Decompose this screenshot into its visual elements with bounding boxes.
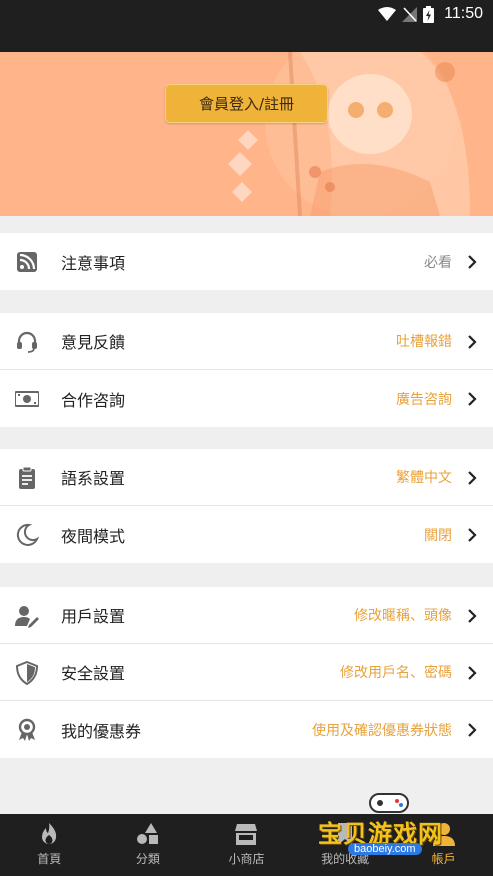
menu-item-notices[interactable]: 注意事項 必看 [0, 233, 493, 290]
menu-item-value: 關閉 [424, 527, 452, 544]
chevron-right-icon [468, 528, 477, 542]
award-icon [18, 718, 36, 741]
menu-item-value: 廣告咨詢 [396, 391, 452, 408]
headset-icon [17, 331, 37, 353]
money-icon [15, 391, 39, 407]
rss-icon [17, 252, 37, 272]
menu-item-language[interactable]: 語系設置 繁體中文 [0, 449, 493, 506]
menu-item-value: 修改用戶名、密碼 [340, 665, 452, 681]
tab-label: 帳戶 [431, 852, 456, 866]
menu-item-user-settings[interactable]: 用戶設置 修改暱稱、頭像 [0, 587, 493, 644]
menu-group-notices: 注意事項 必看 [0, 233, 493, 290]
wifi-icon [378, 7, 397, 21]
menu-item-label: 語系設置 [61, 469, 126, 488]
menu-item-coupons[interactable]: 我的優惠券 使用及確認優惠券狀態 [0, 701, 493, 758]
tab-favorites[interactable]: 我的收藏 [296, 814, 395, 876]
menu-item-value: 繁體中文 [396, 470, 452, 486]
menu-item-label: 意見反饋 [61, 333, 126, 352]
account-banner: 會員登入/註冊 [0, 52, 493, 216]
banner-illustration [228, 52, 470, 216]
fire-icon [42, 823, 57, 845]
menu-item-night-mode[interactable]: 夜間模式 關閉 [0, 506, 493, 563]
gamepad-icon [369, 793, 409, 813]
store-icon [235, 824, 258, 845]
shield-icon [15, 661, 39, 685]
tab-label: 我的收藏 [321, 852, 370, 866]
bookmark-icon [338, 823, 353, 845]
menu-item-feedback[interactable]: 意見反饋 吐槽報錯 [0, 313, 493, 370]
login-register-button[interactable]: 會員登入/註冊 [165, 84, 328, 123]
status-bar: 11:50 [0, 0, 493, 52]
menu-item-label: 安全設置 [61, 664, 126, 683]
user-edit-icon [15, 606, 39, 628]
menu-group-preferences: 語系設置 繁體中文 夜間模式 關閉 [0, 449, 493, 563]
menu-item-label: 用戶設置 [61, 607, 126, 626]
menu-item-label: 合作咨詢 [61, 390, 126, 410]
battery-charging-icon [423, 5, 435, 23]
tab-home[interactable]: 首頁 [0, 814, 99, 876]
clipboard-icon [19, 466, 35, 489]
tab-label: 分類 [135, 852, 160, 866]
menu-item-cooperation[interactable]: 合作咨詢 廣告咨詢 [0, 370, 493, 427]
bottom-tab-bar: 首頁 分類 小商店 我的收藏 帳戶 [0, 814, 493, 876]
tab-label: 首頁 [37, 852, 62, 866]
user-icon [432, 823, 455, 846]
menu-item-label: 注意事項 [61, 253, 126, 273]
tab-store[interactable]: 小商店 [197, 814, 296, 876]
menu-item-label: 夜間模式 [61, 526, 126, 546]
chevron-right-icon [468, 335, 477, 349]
menu-group-support: 意見反饋 吐槽報錯 合作咨詢 廣告咨詢 [0, 313, 493, 427]
menu-item-label: 我的優惠券 [61, 721, 142, 741]
moon-icon [16, 523, 39, 546]
menu-item-security[interactable]: 安全設置 修改用戶名、密碼 [0, 644, 493, 701]
tab-label: 小商店 [228, 852, 265, 866]
chevron-right-icon [468, 666, 477, 680]
chevron-right-icon [468, 471, 477, 485]
chevron-right-icon [468, 723, 477, 737]
tab-account[interactable]: 帳戶 [394, 814, 493, 876]
menu-group-account: 用戶設置 修改暱稱、頭像 安全設置 修改用戶名、密碼 我的優惠券 使用及確認優惠… [0, 587, 493, 758]
menu-item-value: 使用及確認優惠券狀態 [312, 722, 452, 739]
menu-item-value: 修改暱稱、頭像 [354, 608, 452, 624]
no-signal-icon [402, 6, 418, 22]
status-icons: 11:50 [378, 5, 483, 23]
chevron-right-icon [468, 609, 477, 623]
menu-item-value: 吐槽報錯 [396, 334, 452, 350]
chevron-right-icon [468, 255, 477, 269]
shapes-icon [136, 823, 158, 844]
tab-category[interactable]: 分類 [99, 814, 198, 876]
menu-item-value: 必看 [424, 254, 452, 271]
status-time: 11:50 [444, 5, 483, 22]
chevron-right-icon [468, 392, 477, 406]
